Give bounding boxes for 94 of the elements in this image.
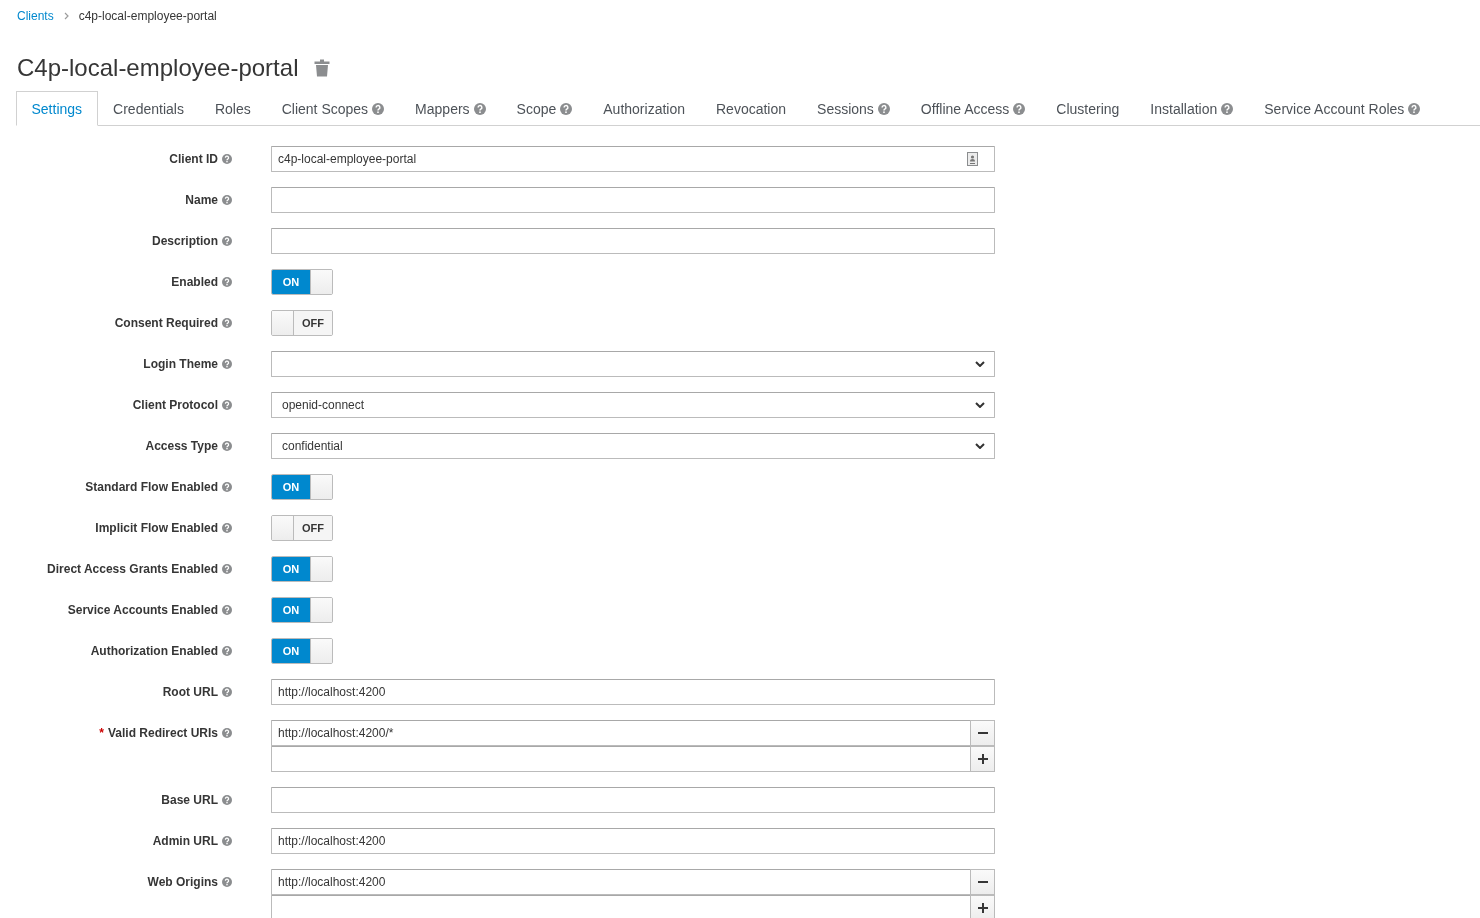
dropdown-field[interactable]: confidential	[271, 433, 995, 459]
tab[interactable]: Revocation	[700, 91, 802, 126]
remove-button[interactable]	[970, 869, 995, 895]
field-label: Root URL	[162, 685, 218, 699]
help-icon	[222, 836, 232, 846]
field-label: Admin URL	[152, 834, 218, 848]
text-field[interactable]	[271, 187, 995, 213]
breadcrumb-current: c4p-local-employee-portal	[78, 9, 217, 23]
field-label: Login Theme	[143, 357, 218, 371]
help-icon	[222, 400, 232, 410]
toggle-switch[interactable]: ON	[271, 474, 333, 500]
field-label: Standard Flow Enabled	[85, 480, 218, 494]
help-icon	[473, 103, 486, 115]
text-field[interactable]	[271, 787, 995, 813]
text-field[interactable]: http://localhost:4200/*	[271, 720, 971, 746]
chevron-down-icon	[975, 402, 985, 408]
help-icon	[222, 359, 232, 369]
tab[interactable]: Authorization	[587, 91, 701, 126]
tab[interactable]: Clustering	[1040, 91, 1135, 126]
tab[interactable]: Client Scopes	[266, 91, 400, 126]
help-icon	[222, 441, 232, 451]
tab[interactable]: Sessions	[801, 91, 906, 126]
tab[interactable]: Service Account Roles	[1248, 91, 1436, 126]
dropdown-field[interactable]: openid-connect	[271, 392, 995, 418]
help-icon	[560, 103, 573, 115]
help-icon	[877, 103, 890, 115]
add-button[interactable]	[970, 895, 995, 918]
field-label: Valid Redirect URIs	[107, 726, 218, 740]
help-icon	[1408, 103, 1421, 115]
chevron-down-icon	[975, 361, 985, 367]
help-icon	[222, 236, 232, 246]
required-mark: *	[99, 726, 104, 740]
help-icon	[222, 523, 232, 533]
minus-icon	[977, 732, 988, 734]
field-label: Implicit Flow Enabled	[95, 521, 218, 535]
field-label: Service Accounts Enabled	[67, 603, 218, 617]
field-label: Consent Required	[114, 316, 218, 330]
help-icon	[222, 318, 232, 328]
remove-button[interactable]	[970, 720, 995, 746]
help-icon	[222, 195, 232, 205]
tab[interactable]: Settings	[16, 91, 98, 126]
toggle-switch[interactable]: ON	[271, 269, 333, 295]
field-label: Base URL	[161, 793, 218, 807]
help-icon	[222, 646, 232, 656]
field-label: Authorization Enabled	[90, 644, 218, 658]
text-field[interactable]	[271, 895, 971, 918]
help-icon	[1013, 103, 1026, 115]
page-title: C4p-local-employee-portal	[17, 53, 299, 83]
plus-icon	[977, 754, 988, 764]
help-icon	[222, 564, 232, 574]
help-icon	[222, 605, 232, 615]
tab[interactable]: Credentials	[97, 91, 200, 126]
tab[interactable]: Scope	[501, 91, 588, 126]
toggle-switch[interactable]: OFF	[271, 515, 333, 541]
field-label: Name	[185, 193, 218, 207]
help-icon	[222, 154, 232, 164]
text-field[interactable]: c4p-local-employee-portal	[271, 146, 995, 172]
text-field[interactable]	[271, 228, 995, 254]
field-label: Client ID	[169, 152, 218, 166]
field-label: Enabled	[171, 275, 218, 289]
help-icon	[372, 103, 385, 115]
field-label: Web Origins	[147, 875, 218, 889]
tab[interactable]: Installation	[1134, 91, 1249, 126]
add-button[interactable]	[970, 746, 995, 772]
tab[interactable]: Offline Access	[905, 91, 1041, 126]
toggle-switch[interactable]: OFF	[271, 310, 333, 336]
breadcrumb-link[interactable]: Clients	[17, 9, 54, 23]
field-label: Description	[152, 234, 218, 248]
tab[interactable]: Roles	[199, 91, 267, 126]
tab[interactable]: Mappers	[399, 91, 502, 126]
plus-icon	[977, 903, 988, 913]
id-badge-icon[interactable]	[967, 152, 978, 166]
trash-icon[interactable]	[314, 59, 331, 77]
text-field[interactable]	[271, 746, 971, 772]
help-icon	[1221, 103, 1234, 115]
help-icon	[222, 795, 232, 805]
help-icon	[222, 728, 232, 738]
help-icon	[222, 877, 232, 887]
field-label: Access Type	[145, 439, 218, 453]
minus-icon	[977, 881, 988, 883]
toggle-switch[interactable]: ON	[271, 638, 333, 664]
text-field[interactable]: http://localhost:4200	[271, 869, 971, 895]
toggle-switch[interactable]: ON	[271, 597, 333, 623]
field-label: Direct Access Grants Enabled	[47, 562, 218, 576]
chevron-down-icon	[975, 443, 985, 449]
text-field[interactable]: http://localhost:4200	[271, 679, 995, 705]
help-icon	[222, 687, 232, 697]
text-field[interactable]: http://localhost:4200	[271, 828, 995, 854]
help-icon	[222, 277, 232, 287]
toggle-switch[interactable]: ON	[271, 556, 333, 582]
dropdown-field[interactable]	[271, 351, 995, 377]
chevron-right-icon	[63, 12, 69, 20]
help-icon	[222, 482, 232, 492]
field-label: Client Protocol	[132, 398, 218, 412]
